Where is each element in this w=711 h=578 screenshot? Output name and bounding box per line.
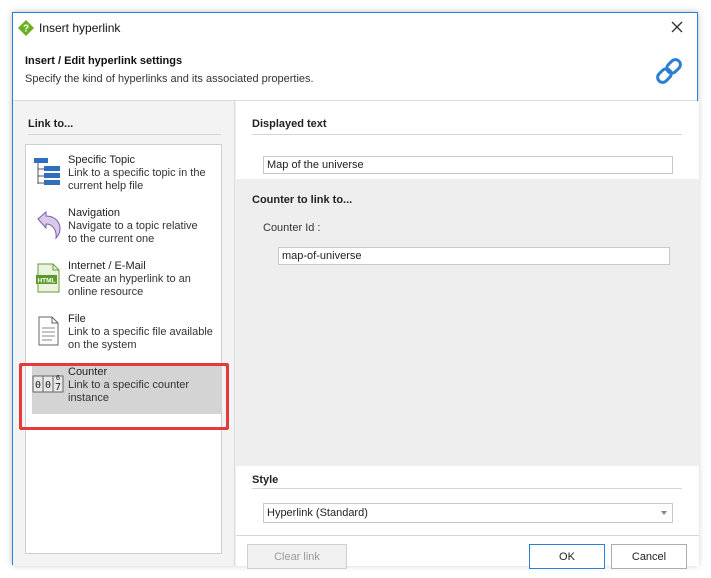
close-icon — [671, 21, 683, 36]
displayed-text-panel: Displayed text Map of the universe — [236, 101, 699, 179]
html-file-icon: HTML — [32, 262, 64, 294]
link-settings-pane: Displayed text Map of the universe Count… — [236, 101, 699, 569]
item-name: File — [68, 313, 86, 325]
item-description: current help file — [68, 180, 144, 192]
link-type-list: Specific Topic Link to a specific topic … — [25, 144, 222, 554]
item-name: Specific Topic — [68, 154, 136, 166]
window-title: Insert hyperlink — [39, 21, 121, 35]
counter-id-input[interactable]: map-of-universe — [278, 247, 670, 265]
header-subtitle: Specify the kind of hyperlinks and its a… — [25, 73, 314, 85]
link-type-file[interactable]: File Link to a specific file available o… — [32, 313, 222, 361]
close-button[interactable] — [657, 13, 697, 43]
item-description: Link to a specific counter — [68, 379, 190, 391]
chevron-down-icon — [661, 511, 667, 515]
topic-tree-icon — [32, 156, 64, 188]
file-icon — [32, 315, 64, 347]
chain-link-icon — [653, 55, 685, 87]
item-description: Link to a specific file available — [68, 326, 213, 338]
counter-section-label: Counter to link to... — [252, 194, 353, 206]
link-to-label: Link to... — [28, 118, 74, 130]
clear-link-button[interactable]: Clear link — [247, 544, 347, 569]
link-type-pane: Link to... Specific Topic Link to a spec… — [13, 101, 235, 566]
header-title: Insert / Edit hyperlink settings — [25, 55, 183, 67]
counter-icon: 0 0 6 7 — [32, 368, 64, 400]
title-bar: ? Insert hyperlink — [13, 13, 697, 43]
help-diamond-icon: ? — [18, 20, 34, 36]
item-description: Link to a specific topic in the — [68, 167, 206, 179]
counter-panel: Counter to link to... Counter Id : map-o… — [236, 179, 699, 466]
ok-button[interactable]: OK — [529, 544, 605, 569]
item-description: on the system — [68, 339, 137, 351]
footer-divider — [236, 535, 699, 536]
link-type-specific-topic[interactable]: Specific Topic Link to a specific topic … — [32, 154, 222, 202]
style-select[interactable]: Hyperlink (Standard) — [263, 503, 673, 523]
dialog-header: Insert / Edit hyperlink settings Specify… — [13, 43, 697, 101]
item-name: Internet / E-Mail — [68, 260, 146, 272]
item-description: Navigate to a topic relative — [68, 220, 198, 232]
item-name: Counter — [68, 366, 108, 378]
divider — [252, 488, 682, 489]
style-label: Style — [252, 474, 279, 486]
cancel-button[interactable]: Cancel — [611, 544, 687, 569]
navigation-arrow-icon — [32, 209, 64, 241]
divider — [28, 134, 221, 135]
svg-text:HTML: HTML — [37, 278, 55, 285]
style-panel: Style Hyperlink (Standard) Clear link OK… — [236, 466, 699, 569]
insert-hyperlink-dialog: ? Insert hyperlink Insert / Edit hyperli… — [12, 12, 699, 569]
item-description: instance — [68, 392, 109, 404]
divider — [252, 134, 682, 135]
item-description: to the current one — [68, 233, 155, 245]
svg-text:?: ? — [23, 24, 29, 35]
counter-id-label: Counter Id : — [263, 222, 321, 234]
link-type-internet-email[interactable]: HTML Internet / E-Mail Create an hyperli… — [32, 260, 222, 308]
item-description: Create an hyperlink to an — [68, 273, 191, 285]
item-name: Navigation — [68, 207, 120, 219]
displayed-text-label: Displayed text — [252, 118, 327, 130]
displayed-text-input[interactable]: Map of the universe — [263, 156, 673, 174]
item-description: online resource — [68, 286, 144, 298]
link-type-navigation[interactable]: Navigation Navigate to a topic relative … — [32, 207, 222, 255]
style-select-value: Hyperlink (Standard) — [267, 507, 368, 519]
svg-text:0: 0 — [35, 380, 41, 391]
svg-text:6: 6 — [56, 374, 60, 382]
link-type-counter[interactable]: 0 0 6 7 Counter Link to a specific count… — [32, 366, 222, 414]
dialog-body: Link to... Specific Topic Link to a spec… — [13, 101, 699, 569]
svg-text:7: 7 — [55, 382, 61, 393]
svg-text:0: 0 — [45, 380, 51, 391]
